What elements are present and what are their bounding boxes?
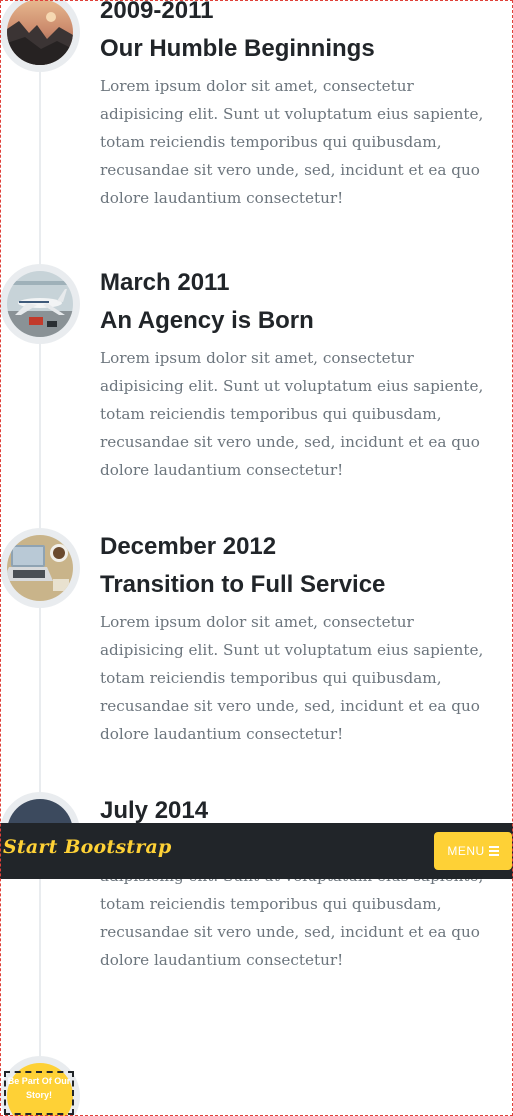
navbar-brand[interactable]: Start Bootstrap: [3, 836, 171, 858]
timeline-image: [0, 0, 80, 72]
timeline-date: 2009-2011: [100, 0, 214, 24]
timeline-image: [0, 264, 80, 344]
timeline-heading: An Agency is Born: [100, 307, 314, 334]
menu-toggle-button[interactable]: Menu: [434, 832, 512, 870]
mountain-sunset-photo: [7, 0, 73, 65]
laptop-desk-photo: [7, 535, 73, 601]
timeline-final-text: Be Part Of Our Story!: [4, 1071, 74, 1115]
timeline-image: [0, 528, 80, 608]
timeline-date: March 2011: [100, 269, 230, 296]
timeline-heading: Our Humble Beginnings: [100, 35, 375, 62]
timeline-heading: Transition to Full Service: [100, 571, 386, 598]
hamburger-icon: [488, 846, 499, 856]
timeline-body: Lorem ipsum dolor sit amet, consectetur …: [100, 77, 484, 207]
timeline-date: December 2012: [100, 533, 277, 560]
airplane-photo: [7, 271, 73, 337]
menu-label: Menu: [447, 844, 485, 858]
timeline-body: Lorem ipsum dolor sit amet, consectetur …: [100, 613, 484, 743]
main-navbar: Start Bootstrap Menu: [0, 823, 513, 879]
timeline-body: Lorem ipsum dolor sit amet, consectetur …: [100, 349, 484, 479]
